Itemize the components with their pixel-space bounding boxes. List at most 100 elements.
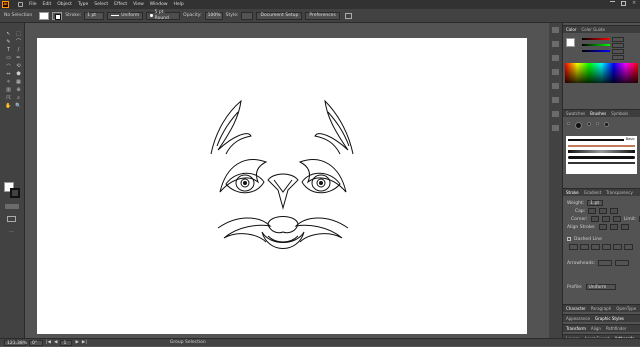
width-tool-icon[interactable]: ⇔	[5, 71, 12, 77]
brush-1[interactable]	[567, 122, 570, 125]
brush-3[interactable]	[587, 122, 591, 126]
color-spectrum[interactable]	[565, 63, 638, 83]
menu-object[interactable]: Object	[57, 2, 72, 7]
gradient-tool-icon[interactable]: ⊕	[15, 87, 22, 93]
zoom-field[interactable]: 121.38%	[4, 339, 27, 346]
arrowhead-start-select[interactable]	[598, 260, 613, 266]
drawing-modes-icon[interactable]	[5, 204, 19, 209]
mesh-tool-icon[interactable]: ▥	[5, 87, 12, 93]
dash-field-2[interactable]	[591, 244, 600, 250]
tab-symbols[interactable]: Symbols	[611, 111, 628, 116]
edit-toolbar-icon[interactable]: ···	[9, 229, 14, 235]
weight-field[interactable]: 1 pt	[587, 200, 604, 206]
tab-transparency[interactable]: Transparency	[606, 190, 633, 195]
line-tool-icon[interactable]: /	[15, 47, 22, 53]
document-setup-button[interactable]: Document Setup	[256, 11, 303, 20]
variable-width-profile-select[interactable]: Uniform	[107, 11, 144, 20]
graphic-style-select[interactable]	[241, 11, 254, 20]
tab-opentype[interactable]: OpenType	[616, 306, 636, 311]
round-join-button[interactable]	[601, 216, 610, 222]
last-artboard-icon[interactable]: ▶|	[82, 340, 87, 345]
align-outside-button[interactable]	[620, 224, 629, 230]
butt-cap-button[interactable]	[588, 208, 597, 214]
dash-field-1[interactable]	[569, 244, 578, 250]
tab-paragraph[interactable]: Paragraph	[591, 306, 612, 311]
align-inside-button[interactable]	[609, 224, 618, 230]
menu-type[interactable]: Type	[78, 2, 88, 7]
shaper-tool-icon[interactable]: ◠	[5, 63, 12, 69]
stroke-panel-icon[interactable]	[552, 97, 559, 103]
menu-edit[interactable]: Edit	[43, 2, 52, 7]
zoom-tool-icon[interactable]: 🔍	[15, 103, 22, 109]
projecting-cap-button[interactable]	[610, 208, 619, 214]
artboard-number-field[interactable]: 1	[60, 339, 73, 346]
dash-field-3[interactable]	[613, 244, 622, 250]
artboard[interactable]	[37, 38, 527, 334]
fill-swatch[interactable]	[39, 11, 50, 20]
tab-align[interactable]: Align	[591, 326, 601, 331]
tab-pathfinder[interactable]: Pathfinder	[606, 326, 627, 331]
rectangle-tool-icon[interactable]: ▭	[5, 55, 12, 61]
blend-tool-icon[interactable]: ⌕	[15, 95, 22, 101]
perspective-grid-tool-icon[interactable]: ▦	[15, 79, 22, 85]
menu-view[interactable]: View	[133, 2, 144, 7]
align-center-button[interactable]	[598, 224, 607, 230]
shape-builder-tool-icon[interactable]: ✧	[5, 79, 12, 85]
tab-color[interactable]: Color	[566, 27, 576, 32]
rotation-field[interactable]: 0°	[29, 339, 43, 346]
minimize-icon[interactable]	[610, 1, 615, 6]
gradient-panel-icon[interactable]	[552, 111, 559, 117]
tab-brushes[interactable]: Brushes	[590, 111, 606, 116]
opacity-field[interactable]: 100%	[204, 11, 223, 20]
color-panel-icon[interactable]	[552, 27, 559, 33]
selection-tool-icon[interactable]: ↖	[5, 31, 12, 37]
dashed-line-checkbox[interactable]	[567, 237, 571, 241]
swatches-panel-icon[interactable]	[552, 55, 559, 61]
direct-selection-tool-icon[interactable]: ⬚	[15, 31, 22, 37]
round-cap-button[interactable]	[599, 208, 608, 214]
pen-tool-icon[interactable]: ✎	[5, 39, 12, 45]
menu-help[interactable]: Help	[174, 2, 184, 7]
tab-stroke[interactable]: Stroke	[566, 190, 579, 195]
gap-field-1[interactable]	[580, 244, 589, 250]
type-tool-icon[interactable]: T	[5, 47, 12, 53]
eyedropper-tool-icon[interactable]: ☈	[5, 95, 12, 101]
menu-window[interactable]: Window	[150, 2, 168, 7]
mask-artwork[interactable]	[208, 96, 358, 256]
brush-definition-select[interactable]: 5 pt. Round	[146, 10, 181, 21]
preferences-button[interactable]: Preferences	[305, 11, 340, 20]
first-artboard-icon[interactable]: |◀	[46, 340, 51, 345]
brushes-panel-icon[interactable]	[552, 69, 559, 75]
free-transform-tool-icon[interactable]: ⬟	[15, 71, 22, 77]
tab-graphic-styles[interactable]: Graphic Styles	[595, 316, 624, 321]
canvas-workspace[interactable]	[26, 23, 549, 338]
curvature-tool-icon[interactable]: ⌒	[15, 39, 22, 45]
color-guide-icon[interactable]	[552, 41, 559, 47]
tab-gradient[interactable]: Gradient	[584, 190, 601, 195]
symbols-panel-icon[interactable]	[552, 83, 559, 89]
next-artboard-icon[interactable]: ▶	[75, 340, 78, 345]
tab-transform[interactable]: Transform	[566, 326, 586, 331]
pencil-tool-icon[interactable]: ✏	[15, 55, 22, 61]
gap-field-3[interactable]	[624, 244, 633, 250]
brush-2[interactable]	[575, 122, 582, 129]
brush-4[interactable]	[596, 122, 599, 125]
transparency-panel-icon[interactable]	[552, 125, 559, 131]
color-proxy[interactable]	[566, 38, 575, 47]
stroke-swatch[interactable]	[52, 11, 63, 20]
rotate-tool-icon[interactable]: ⟲	[15, 63, 22, 69]
close-window-icon[interactable]: ×	[632, 1, 637, 6]
prev-artboard-icon[interactable]: ◀	[54, 340, 57, 345]
menu-file[interactable]: File	[29, 2, 37, 7]
tab-character[interactable]: Character	[566, 306, 586, 311]
tab-swatches[interactable]: Swatches	[566, 111, 585, 116]
bevel-join-button[interactable]	[612, 216, 621, 222]
stroke-color-box[interactable]	[10, 188, 20, 198]
arrange-documents-icon[interactable]	[344, 12, 352, 19]
screen-mode-icon[interactable]	[7, 216, 16, 222]
arrowhead-end-select[interactable]	[615, 260, 630, 266]
profile-select[interactable]: Uniform	[585, 284, 616, 290]
gap-field-2[interactable]	[602, 244, 611, 250]
menu-effect[interactable]: Effect	[114, 2, 127, 7]
maximize-icon[interactable]	[621, 1, 626, 6]
